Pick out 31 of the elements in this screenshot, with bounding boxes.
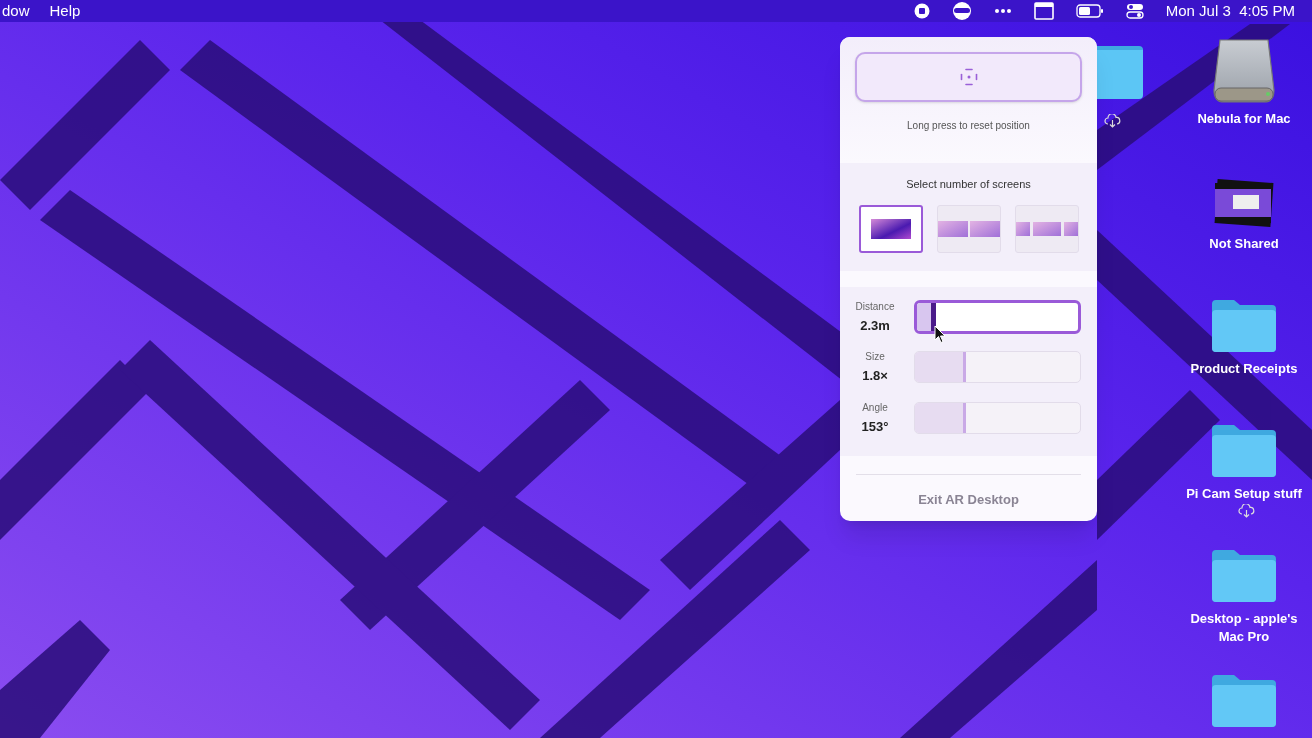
battery-icon[interactable] xyxy=(1075,4,1104,18)
control-center-icon[interactable] xyxy=(1125,3,1144,19)
window-icon[interactable] xyxy=(1033,2,1054,20)
screens-title: Select number of screens xyxy=(906,177,1031,192)
menu-item[interactable]: Help xyxy=(49,0,81,23)
slider-label: Distance xyxy=(855,299,895,314)
desktop-item-label[interactable]: Desktop - apple's Mac Pro xyxy=(1186,610,1302,646)
desktop-item-label[interactable]: Not Shared xyxy=(1209,235,1279,253)
slider-label: Size xyxy=(865,350,885,364)
screen-preview-icon xyxy=(870,218,911,239)
desktop-item-label[interactable]: Product Receipts xyxy=(1190,360,1298,378)
slider-label: Angle xyxy=(862,400,888,415)
slider-reading: 1.8× xyxy=(862,367,888,385)
menu-bar-clock[interactable]: Mon Jul 3 4:05 PM xyxy=(1165,0,1295,23)
reset-hint: Long press to reset position xyxy=(907,119,1030,133)
goggles-icon[interactable] xyxy=(951,2,972,20)
hidden-folder-icon xyxy=(1097,46,1143,99)
slider-track[interactable] xyxy=(914,299,1081,334)
more-icon[interactable] xyxy=(993,8,1012,14)
desktop-item-label[interactable]: Nebula for Mac xyxy=(1197,110,1291,128)
folder-icon xyxy=(1210,423,1278,479)
menu-item[interactable]: dow xyxy=(2,0,30,23)
slider-reading: 2.3m xyxy=(860,316,890,335)
stop-icon[interactable] xyxy=(913,3,930,19)
desktop-item-label[interactable]: Pi Cam Setup stuff xyxy=(1186,485,1302,503)
screen-preview-icon xyxy=(1015,221,1078,236)
screen-layout-option[interactable] xyxy=(858,204,923,253)
slider-reading: 153° xyxy=(861,417,889,436)
recenter-icon xyxy=(958,67,979,87)
screen-preview-icon xyxy=(937,220,1000,237)
mouse-pointer-icon xyxy=(934,325,946,344)
